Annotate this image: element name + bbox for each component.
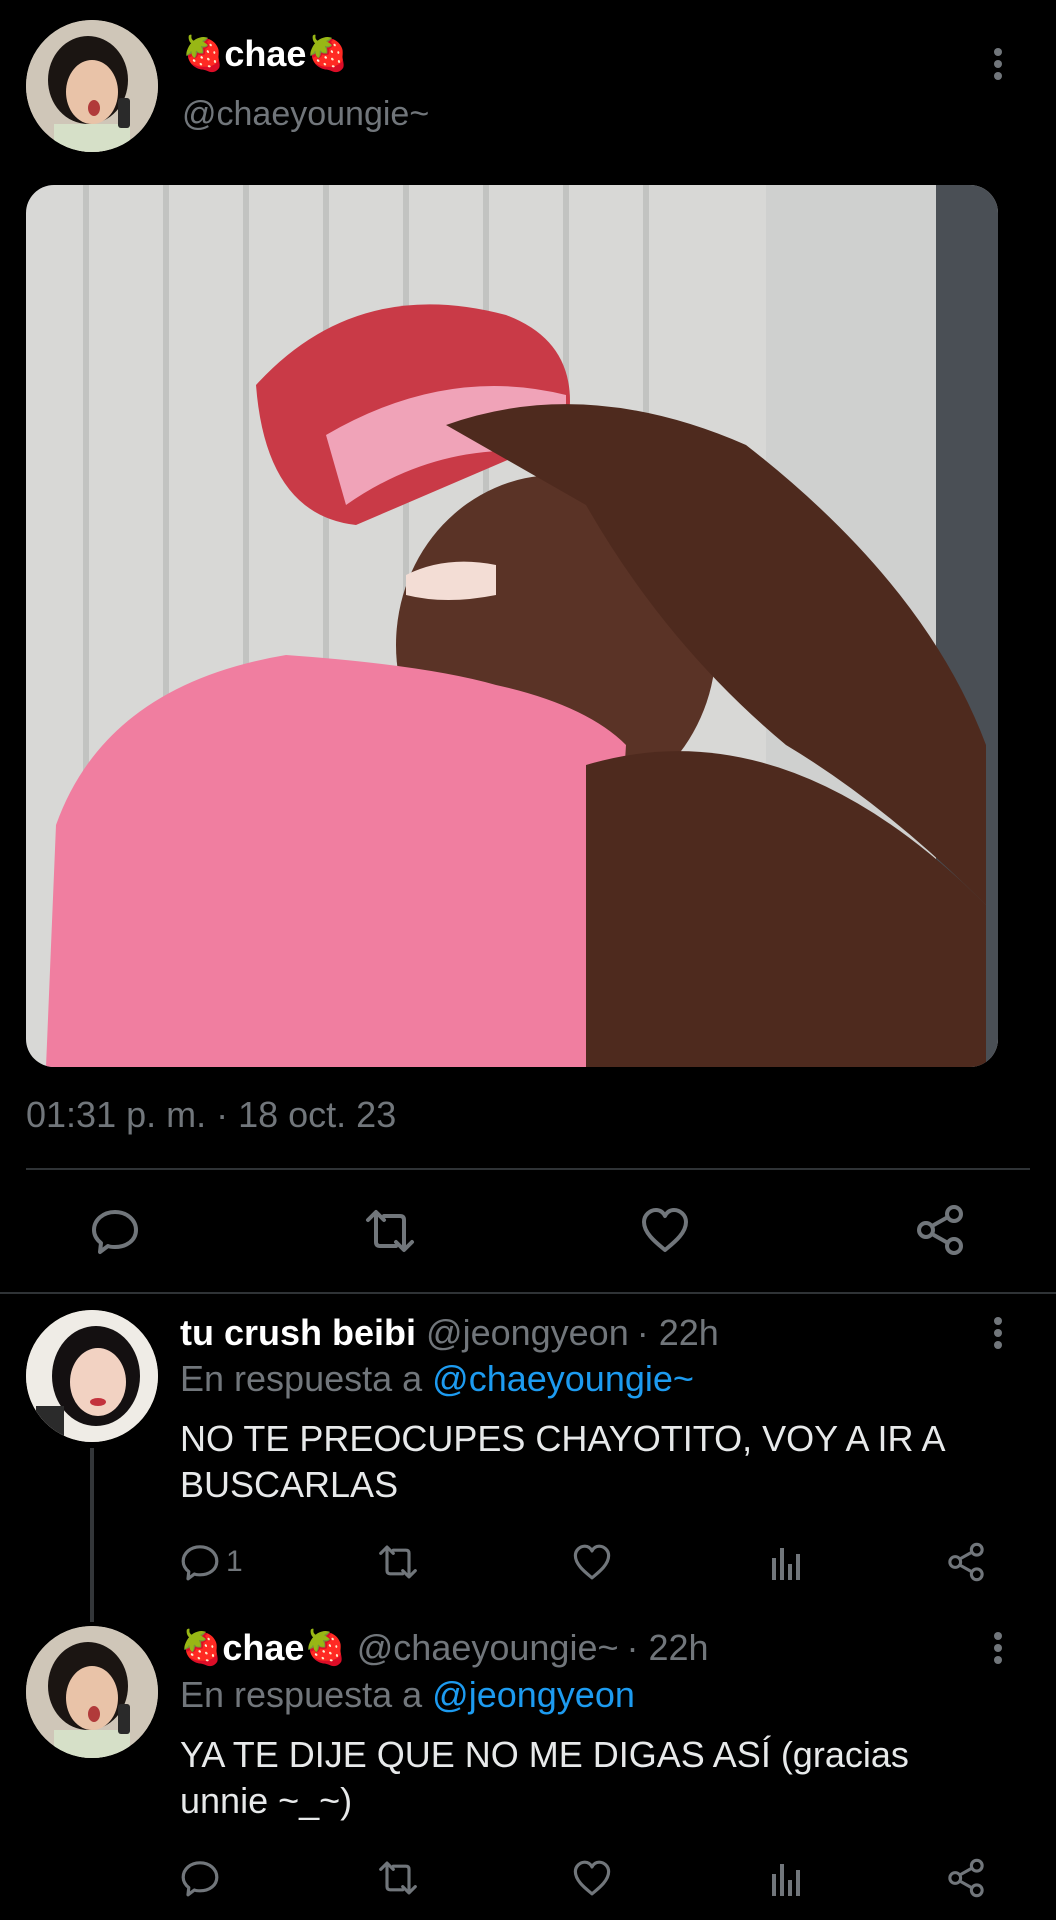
divider — [0, 1292, 1056, 1294]
reply-header: tu crush beibi @jeongyeon · 22h — [180, 1310, 719, 1356]
divider — [26, 1168, 1030, 1170]
reply-button[interactable]: 1 — [180, 1542, 376, 1582]
reply-icon[interactable] — [90, 1206, 140, 1256]
views-icon[interactable] — [768, 1544, 946, 1580]
strawberry-emoji: 🍓 — [180, 1629, 223, 1667]
reply-context: En respuesta a @chaeyoungie~ — [180, 1356, 694, 1402]
more-options-icon[interactable] — [988, 44, 1008, 84]
display-name[interactable]: chae — [224, 33, 306, 75]
strawberry-emoji: 🍓 — [182, 35, 225, 73]
strawberry-emoji: 🍓 — [304, 1629, 347, 1667]
reply-icon[interactable] — [180, 1858, 376, 1898]
heart-icon[interactable] — [640, 1206, 690, 1254]
retweet-icon[interactable] — [362, 1206, 418, 1256]
reply-to-link[interactable]: @chaeyoungie~ — [432, 1358, 694, 1399]
more-options-icon[interactable] — [988, 1313, 1008, 1353]
handle[interactable]: @jeongyeon — [426, 1312, 629, 1354]
reply-text: YA TE DIJE QUE NO ME DIGAS ASÍ (gracias … — [180, 1734, 909, 1821]
main-tweet-handle[interactable]: @chaeyoungie~ — [182, 92, 429, 136]
share-icon[interactable] — [946, 1542, 986, 1582]
views-icon[interactable] — [768, 1860, 946, 1896]
display-name[interactable]: chae — [222, 1627, 304, 1669]
share-icon[interactable] — [946, 1858, 986, 1898]
display-name[interactable]: tu crush beibi — [180, 1312, 416, 1354]
reply-count: 1 — [226, 1545, 243, 1578]
reply-icon[interactable] — [180, 1542, 220, 1582]
reply-actions: 1 — [180, 1540, 990, 1584]
handle[interactable]: @chaeyoungie~ — [357, 1627, 619, 1669]
retweet-icon[interactable] — [376, 1858, 572, 1898]
tweet-media-image[interactable] — [26, 185, 998, 1067]
reply-avatar[interactable] — [26, 1310, 158, 1442]
reply-context: En respuesta a @jeongyeon — [180, 1672, 635, 1718]
share-icon[interactable] — [914, 1204, 966, 1256]
reply-actions — [180, 1856, 990, 1900]
reply-time[interactable]: · 22h — [637, 1312, 719, 1354]
strawberry-emoji: 🍓 — [306, 35, 349, 73]
reply-prefix: En respuesta a — [180, 1674, 423, 1715]
thread-line — [90, 1448, 94, 1622]
reply-to-link[interactable]: @jeongyeon — [432, 1674, 635, 1715]
reply-time[interactable]: · 22h — [627, 1627, 709, 1669]
main-tweet-avatar[interactable] — [26, 20, 158, 152]
reply-prefix: En respuesta a — [180, 1358, 423, 1399]
reply-header: 🍓 chae 🍓 @chaeyoungie~ · 22h — [180, 1624, 709, 1672]
heart-icon[interactable] — [572, 1859, 768, 1897]
reply-avatar[interactable] — [26, 1626, 158, 1758]
tweet-timestamp[interactable]: 01:31 p. m. · 18 oct. 23 — [26, 1092, 396, 1138]
heart-icon[interactable] — [572, 1543, 768, 1581]
reply-text: NO TE PREOCUPES CHAYOTITO, VOY A IR A BU… — [180, 1418, 944, 1505]
main-tweet-name-row: 🍓 chae 🍓 — [182, 28, 349, 80]
more-options-icon[interactable] — [988, 1628, 1008, 1668]
retweet-icon[interactable] — [376, 1542, 572, 1582]
